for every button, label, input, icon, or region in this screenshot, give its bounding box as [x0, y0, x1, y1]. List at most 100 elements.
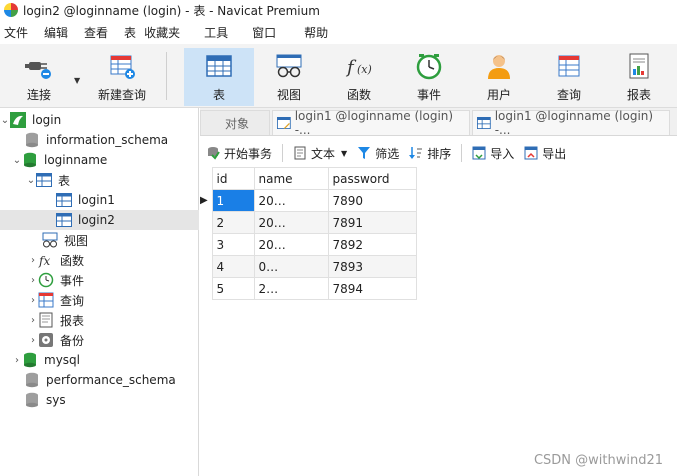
expand-chevron-icon[interactable]: ›	[28, 295, 38, 306]
import-icon	[472, 146, 486, 160]
cell-password[interactable]: 7890	[327, 189, 417, 212]
cell-id[interactable]: 1	[211, 189, 255, 212]
tab-label: 对象	[224, 116, 249, 131]
tree-folder-functions[interactable]: › fx 函数	[0, 250, 199, 270]
toolbar-divider	[282, 144, 284, 162]
new-query-button[interactable]: 新建查询	[82, 48, 162, 106]
plug-icon	[25, 62, 51, 79]
report-label: 报表	[626, 88, 651, 102]
cell-password[interactable]: 7891	[327, 211, 417, 234]
backup-icon	[39, 333, 53, 347]
table-row[interactable]: 5 2… 7894	[200, 277, 417, 300]
connect-dropdown-icon[interactable]: ▼	[74, 76, 80, 85]
table-row[interactable]: 2 20… 7891	[200, 211, 417, 234]
begin-transaction-button[interactable]: 开始事务	[206, 145, 272, 162]
tree-folder-events[interactable]: › 事件	[0, 270, 199, 290]
tree-db-performance-schema[interactable]: performance_schema	[0, 370, 199, 390]
tree-folder-reports[interactable]: › 报表	[0, 310, 199, 330]
collapse-chevron-icon[interactable]: ⌄	[12, 155, 22, 166]
cell-id[interactable]: 2	[211, 211, 255, 234]
tab-label: login1 @loginname (login) -...	[494, 109, 654, 137]
query-icon	[558, 55, 580, 77]
view-label: 视图	[276, 88, 301, 102]
menu-favorites[interactable]: 收藏夹	[144, 24, 188, 41]
tree-label: information_schema	[46, 133, 169, 147]
tree-folder-backups[interactable]: › 备份	[0, 330, 199, 350]
table-row[interactable]: 4 0… 7893	[200, 255, 417, 278]
table-icon	[477, 116, 491, 130]
cell-name[interactable]: 2…	[253, 277, 329, 300]
menu-file[interactable]: 文件	[4, 24, 36, 41]
cell-password[interactable]: 7893	[327, 255, 417, 278]
user-button[interactable]: 用户	[464, 48, 534, 106]
column-header-id[interactable]: id	[211, 167, 255, 190]
menu-edit[interactable]: 编辑	[44, 24, 76, 41]
navigation-tree: ⌄ login information_schema ⌄ loginname ⌄	[0, 108, 199, 476]
query-button[interactable]: 查询	[534, 48, 604, 106]
table-button[interactable]: 表	[184, 48, 254, 106]
import-button[interactable]: 导入	[472, 145, 514, 162]
tab-login1-b[interactable]: login1 @loginname (login) -...	[472, 109, 670, 137]
menu-table[interactable]: 表	[124, 24, 144, 41]
collapse-chevron-icon[interactable]: ⌄	[0, 115, 10, 126]
cell-name[interactable]: 20…	[253, 189, 329, 212]
filter-label: 筛选	[375, 146, 400, 161]
cell-id[interactable]: 4	[211, 255, 255, 278]
new-query-label: 新建查询	[97, 88, 146, 102]
filter-button[interactable]: 筛选	[357, 145, 399, 162]
view-glasses-icon	[42, 232, 58, 248]
cell-password[interactable]: 7892	[327, 233, 417, 256]
cell-password[interactable]: 7894	[327, 277, 417, 300]
event-button[interactable]: 事件	[394, 48, 464, 106]
table-row[interactable]: ▶ 1 20… 7890	[200, 189, 417, 212]
tree-db-sys[interactable]: sys	[0, 390, 199, 410]
text-dropdown-icon[interactable]: ▼	[341, 149, 347, 158]
table-row[interactable]: 3 20… 7892	[200, 233, 417, 256]
report-button[interactable]: 报表	[604, 48, 674, 106]
column-header-name[interactable]: name	[253, 167, 329, 190]
report-icon	[39, 312, 53, 328]
tree-db-loginname[interactable]: ⌄ loginname	[0, 150, 199, 170]
connect-button[interactable]: 连接 ▼	[4, 48, 80, 106]
cell-name[interactable]: 0…	[253, 255, 329, 278]
tree-table-login2[interactable]: login2	[0, 210, 199, 230]
data-grid: id name password ▶ 1 20… 7890 2 20… 7891…	[200, 167, 417, 300]
tree-folder-queries[interactable]: › 查询	[0, 290, 199, 310]
table-icon	[206, 55, 232, 77]
expand-chevron-icon[interactable]: ›	[28, 255, 38, 266]
menu-window[interactable]: 窗口	[252, 24, 284, 41]
menu-help[interactable]: 帮助	[304, 24, 336, 41]
tree-table-login1[interactable]: login1	[0, 190, 199, 210]
menu-view[interactable]: 查看	[84, 24, 116, 41]
user-icon	[488, 55, 510, 79]
cell-name[interactable]: 20…	[253, 233, 329, 256]
tree-label: login1	[78, 193, 115, 207]
tree-connection-login[interactable]: ⌄ login	[0, 110, 199, 130]
report-icon	[629, 53, 649, 79]
cell-id[interactable]: 3	[211, 233, 255, 256]
tab-login1-a[interactable]: login1 @loginname (login) -...	[272, 109, 470, 137]
sort-button[interactable]: 排序	[409, 145, 451, 162]
expand-chevron-icon[interactable]: ›	[28, 275, 38, 286]
export-button[interactable]: 导出	[524, 145, 566, 162]
text-button[interactable]: 文本 ▼	[293, 145, 347, 162]
database-icon	[26, 372, 38, 388]
collapse-chevron-icon[interactable]: ⌄	[26, 175, 36, 186]
tree-folder-views[interactable]: 视图	[0, 230, 199, 250]
menu-tools[interactable]: 工具	[204, 24, 236, 41]
expand-chevron-icon[interactable]: ›	[28, 335, 38, 346]
function-button[interactable]: f (x) 函数	[324, 48, 394, 106]
column-header-password[interactable]: password	[327, 167, 417, 190]
table-icon	[56, 213, 72, 227]
tab-objects[interactable]: 对象	[200, 110, 270, 135]
expand-chevron-icon[interactable]: ›	[12, 355, 22, 366]
sort-label: 排序	[427, 146, 452, 161]
view-button[interactable]: 视图	[254, 48, 324, 106]
tree-folder-tables[interactable]: ⌄ 表	[0, 170, 199, 190]
expand-chevron-icon[interactable]: ›	[28, 315, 38, 326]
cell-id[interactable]: 5	[211, 277, 255, 300]
tree-db-mysql[interactable]: › mysql	[0, 350, 199, 370]
cell-name[interactable]: 20…	[253, 211, 329, 234]
tree-db-information-schema[interactable]: information_schema	[0, 130, 199, 150]
svg-text:f: f	[345, 57, 357, 78]
